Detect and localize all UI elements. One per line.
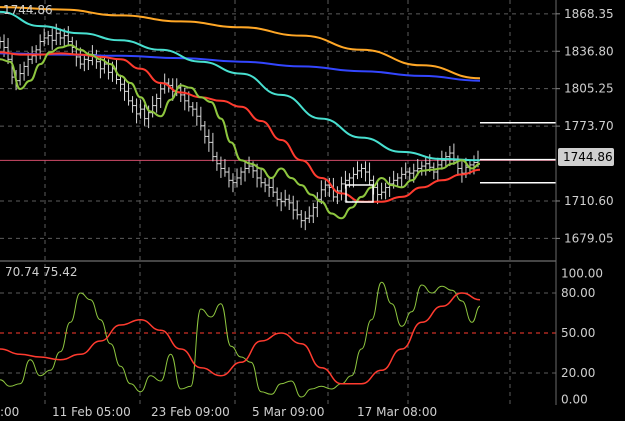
time-tick-label: :00 [0, 405, 19, 419]
time-tick-label: 17 Mar 08:00 [357, 405, 437, 419]
time-tick-label: 5 Mar 09:00 [252, 405, 325, 419]
oscillator-legend: 70.74 75.42 [5, 265, 78, 279]
time-tick-label: 23 Feb 09:00 [151, 405, 230, 419]
time-axis: :00 11 Feb 05:00 23 Feb 09:00 5 Mar 09:00 17… [0, 405, 437, 419]
price-tick-label: 1805.25 [564, 82, 614, 96]
price-tick-label: 1868.35 [564, 7, 614, 21]
price-chart[interactable]: 1744.86 70.74 75.42 1868.35 1836.80 1805.2… [0, 0, 625, 421]
price-tick-label: 1836.80 [564, 44, 614, 58]
header-price-label: 1744.86 [3, 3, 53, 17]
oscillator-tick-label: 100.00 [561, 266, 603, 280]
oscillator-tick-label: 80.00 [561, 286, 595, 300]
oscillator-tick-label: 50.00 [561, 326, 595, 340]
current-price-badge: 1744.86 [558, 148, 614, 166]
time-tick-label: 11 Feb 05:00 [52, 405, 131, 419]
oscillator-tick-label: 20.00 [561, 366, 595, 380]
oscillator-tick-label: 0.00 [561, 393, 588, 407]
price-tick-label: 1679.05 [564, 231, 614, 245]
current-price-badge-text: 1744.86 [563, 150, 613, 164]
price-tick-label: 1710.60 [564, 194, 614, 208]
price-tick-label: 1773.70 [564, 119, 614, 133]
